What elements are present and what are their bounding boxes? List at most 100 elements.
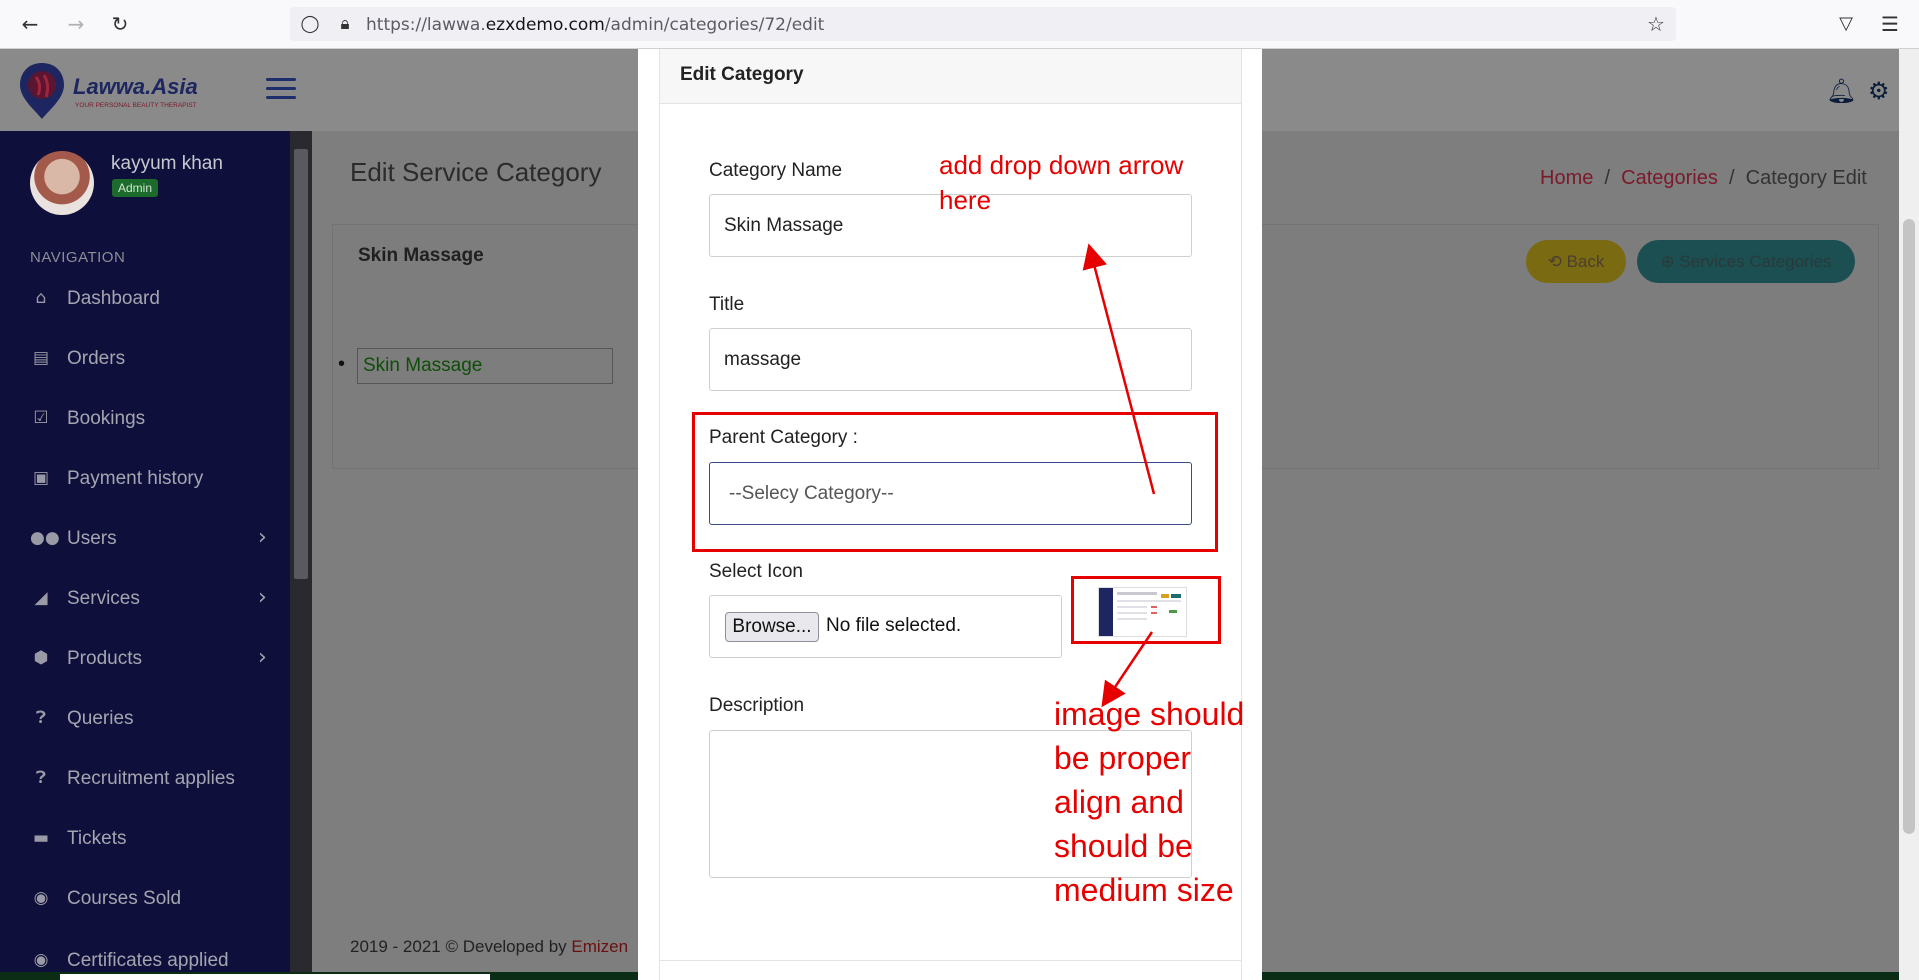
page-title: Edit Service Category [350,157,602,187]
file-status: No file selected. [826,615,962,636]
services-categories-button[interactable]: ⊕ Services Categories [1637,240,1855,283]
svg-text:Lawwa.Asia: Lawwa.Asia [73,74,198,99]
title-label: Title [709,294,745,315]
back-button[interactable]: ⟲ Back [1526,240,1626,283]
sidebar-item-recruitment-applies[interactable]: ❓︎ Recruitment applies [0,759,290,799]
sidebar-item-queries[interactable]: ❓︎ Queries [0,699,290,739]
sidebar-item-label: Users [67,528,117,549]
browse-button[interactable]: Browse... [725,612,819,642]
breadcrumb-home[interactable]: Home [1540,167,1593,189]
footer-link[interactable]: Emizen [571,937,628,956]
sidebar: kayyum khan Admin NAVIGATION ⌂ Dashboard… [0,131,290,980]
category-tree-input[interactable]: Skin Massage [357,348,613,384]
description-label: Description [709,695,805,716]
certificate-icon: ◉ [33,950,49,970]
box-icon: ⬢ [33,648,49,668]
footer: 2019 - 2021 © Developed by Emizen [350,937,628,957]
reload-icon[interactable]: ↻ [108,12,132,36]
sidebar-item-courses-sold[interactable]: ◉ Courses Sold [0,879,290,919]
sidebar-item-services[interactable]: ◢ Services › [0,579,290,619]
footer-text: 2019 - 2021 © Developed by [350,937,572,956]
sidebar-item-certificates-applied[interactable]: ◉ Certificates applied [0,941,290,971]
back-arrow-icon[interactable]: ← [18,12,42,36]
modal-header: Edit Category [660,49,1241,104]
sidebar-item-label: Tickets [67,828,127,849]
sidebar-item-tickets[interactable]: ▬ Tickets [0,819,290,859]
modal-title: Edit Category [680,64,804,85]
question-icon: ❓︎ [35,768,47,788]
modal-footer-divider [660,960,1241,961]
nav-heading: NAVIGATION [30,249,126,266]
dropdown-annotation: add drop down arrow here [939,148,1183,218]
sidebar-item-label: Bookings [67,408,146,429]
pocket-icon[interactable]: ▽ [1834,12,1858,36]
sidebar-item-users[interactable]: ●● Users › [0,519,290,559]
back-arrow-icon: ⟲ [1547,252,1567,271]
parent-category-highlight [692,412,1218,552]
role-badge: Admin [112,179,159,197]
title-input[interactable]: massage [709,328,1192,391]
sidebar-item-payment-history[interactable]: ▣ Payment history [0,459,290,499]
tree-bullet: • [338,353,346,375]
sidebar-toggle-icon[interactable] [266,78,296,100]
dropdown-annotation-line: add drop down arrow [939,150,1184,180]
image-annotation-line: image should [1054,696,1245,732]
lock-icon[interactable]: 🔒︎ [333,12,357,36]
category-name-label: Category Name [709,160,843,181]
sidebar-item-label: Orders [67,348,126,369]
sidebar-item-label: Certificates applied [67,950,229,971]
sidebar-item-bookings[interactable]: ☑ Bookings [0,399,290,439]
chat-icon: ◉ [33,888,49,908]
bookmark-star-icon[interactable]: ☆ [1644,12,1668,36]
sidebar-item-products[interactable]: ⬢ Products › [0,639,290,679]
orders-icon: ▤ [32,348,50,368]
card-title: Skin Massage [358,245,484,266]
sidebar-item-label: Payment history [67,468,204,489]
ticket-icon: ▬ [32,828,50,848]
image-annotation-line: should be [1054,828,1193,864]
dropdown-annotation-line: here [939,185,992,215]
chevron-right-icon: › [258,585,267,610]
image-annotation-line: medium size [1054,872,1234,908]
gear-icon[interactable]: ⚙ [1868,77,1890,106]
icon-preview-highlight [1071,576,1221,644]
page-scrollbar[interactable] [1899,49,1919,980]
sidebar-item-orders[interactable]: ▤ Orders [0,339,290,379]
image-annotation-line: align and [1054,784,1184,820]
sidebar-scrollbar[interactable] [290,131,312,980]
sidebar-item-label: Products [67,648,142,669]
bell-icon[interactable]: 🔔︎ [1826,77,1856,106]
sidebar-item-dashboard[interactable]: ⌂ Dashboard [0,279,290,319]
breadcrumb-current: Category Edit [1745,167,1867,189]
chevron-right-icon: › [258,645,267,670]
forward-arrow-icon[interactable]: → [64,12,88,36]
calendar-icon: ☑ [33,408,49,428]
breadcrumb: Home / Categories / Category Edit [1540,167,1867,189]
sidebar-item-label: Queries [67,708,134,729]
question-icon: ❓︎ [35,708,47,728]
lawwa-logo[interactable]: Lawwa.Asia YOUR PERSONAL BEAUTY THERAPIS… [18,59,208,121]
icon-file-input[interactable]: Browse... No file selected. [709,595,1062,658]
services-icon: ◢ [34,588,48,608]
image-annotation-line: be proper [1054,740,1191,776]
browser-toolbar: ← → ↻ ◯ 🔒︎ https://lawwa.ezxdemo.com/adm… [0,0,1919,49]
money-icon: ▣ [32,468,50,488]
sidebar-item-label: Courses Sold [67,888,182,909]
home-icon: ⌂ [35,288,47,308]
breadcrumb-categories[interactable]: Categories [1621,167,1718,189]
chevron-right-icon: › [258,525,267,550]
back-button-label: Back [1566,252,1605,271]
user-name: kayyum khan [111,153,223,174]
select-icon-label: Select Icon [709,561,803,582]
menu-icon[interactable]: ☰ [1878,12,1902,36]
avatar[interactable] [30,151,94,215]
url-text[interactable]: https://lawwa.ezxdemo.com/admin/categori… [366,15,824,35]
plus-circle-icon: ⊕ [1660,252,1680,271]
shield-icon[interactable]: ◯ [298,12,322,36]
users-icon: ●● [30,528,60,548]
sidebar-item-label: Recruitment applies [67,768,235,789]
image-annotation: image should be proper align and should … [1054,692,1244,912]
sidebar-item-label: Dashboard [67,288,160,309]
services-button-label: Services Categories [1679,252,1832,271]
sidebar-item-label: Services [67,588,140,609]
